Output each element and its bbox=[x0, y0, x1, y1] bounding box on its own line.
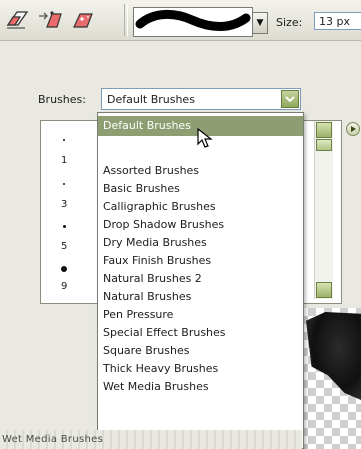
brushes-combo[interactable]: Default Brushes bbox=[101, 88, 301, 110]
scroll-down-button[interactable] bbox=[316, 282, 332, 298]
menu-item[interactable]: Thick Heavy Brushes bbox=[98, 359, 303, 379]
brush-size-label: 9 bbox=[61, 281, 68, 292]
toolbar-separator bbox=[124, 4, 128, 36]
scroll-thumb[interactable] bbox=[316, 139, 332, 151]
menu-item[interactable]: Faux Finish Brushes bbox=[98, 251, 303, 271]
menu-item[interactable]: Calligraphic Brushes bbox=[98, 197, 303, 217]
menu-item[interactable]: Natural Brushes 2 bbox=[98, 269, 303, 289]
brushes-combo-button[interactable] bbox=[281, 90, 299, 108]
brushes-combo-value: Default Brushes bbox=[107, 93, 195, 106]
magic-eraser-tool-button[interactable] bbox=[70, 8, 96, 32]
magic-eraser-icon bbox=[73, 13, 93, 28]
menu-item[interactable]: Assorted Brushes bbox=[98, 161, 303, 181]
brush-list-scrollbar[interactable] bbox=[314, 121, 333, 299]
brush-size-label: 5 bbox=[61, 241, 68, 252]
menu-item[interactable]: Dry Media Brushes bbox=[98, 233, 303, 253]
menu-item[interactable]: Square Brushes bbox=[98, 341, 303, 361]
brushes-dropdown-menu: Default Brushes Assorted Brushes Basic B… bbox=[97, 112, 304, 449]
brush-tip[interactable] bbox=[63, 183, 65, 185]
brushes-label: Brushes: bbox=[38, 93, 86, 106]
brush-tip[interactable] bbox=[63, 139, 65, 141]
brush-stroke-preview bbox=[135, 10, 251, 31]
panel-menu-button[interactable] bbox=[346, 122, 360, 136]
menu-item[interactable]: Wet Media Brushes bbox=[98, 377, 303, 397]
size-label: Size: bbox=[276, 16, 303, 29]
eraser-tool-button[interactable] bbox=[4, 8, 30, 32]
eraser-icon bbox=[6, 11, 29, 29]
background-eraser-icon bbox=[39, 11, 62, 28]
chevron-down-icon: ▼ bbox=[256, 18, 264, 28]
brush-size-label: 3 bbox=[61, 199, 68, 210]
mouse-pointer-icon bbox=[197, 128, 213, 148]
brush-tip[interactable] bbox=[63, 225, 66, 228]
brush-preset-dropdown-button[interactable]: ▼ bbox=[252, 12, 268, 34]
menu-item[interactable]: Special Effect Brushes bbox=[98, 323, 303, 343]
options-toolbar: ▼ Size: 13 px bbox=[0, 0, 361, 41]
brush-size-label: 1 bbox=[61, 155, 68, 166]
size-field[interactable]: 13 px bbox=[314, 12, 361, 30]
brush-tip[interactable] bbox=[61, 266, 67, 272]
brush-preset-preview[interactable] bbox=[133, 7, 253, 37]
scroll-up-button[interactable] bbox=[316, 122, 332, 138]
chevron-down-icon bbox=[285, 96, 295, 103]
menu-item[interactable]: Drop Shadow Brushes bbox=[98, 215, 303, 235]
bottom-status-text: Wet Media Brushes bbox=[0, 430, 302, 449]
menu-item[interactable]: Natural Brushes bbox=[98, 287, 303, 307]
menu-item[interactable]: Pen Pressure bbox=[98, 305, 303, 325]
menu-item[interactable]: Basic Brushes bbox=[98, 179, 303, 199]
background-eraser-tool-button[interactable] bbox=[38, 8, 64, 32]
